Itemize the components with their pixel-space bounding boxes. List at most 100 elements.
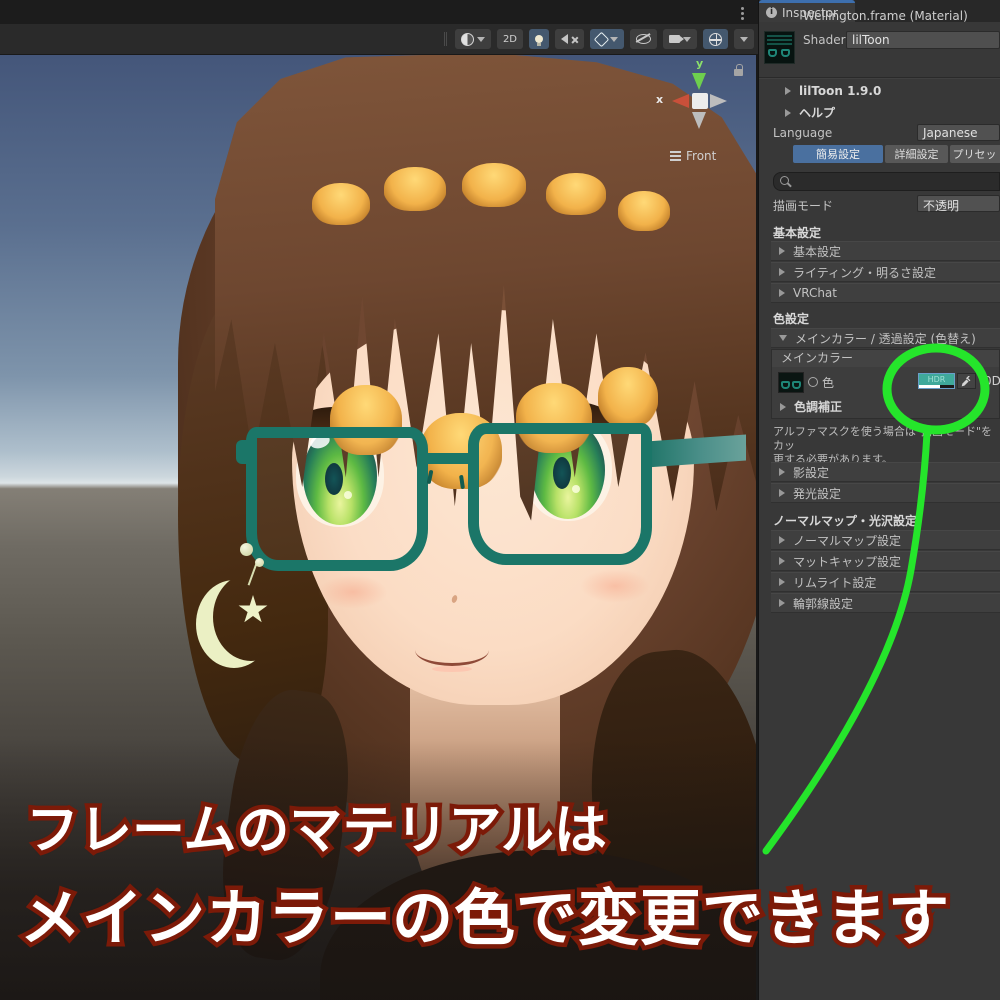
shaded-mode-icon — [461, 33, 474, 46]
glasses-bridge — [420, 453, 476, 464]
foldout-maincolor[interactable]: メインカラー / 透過設定 (色替え) — [771, 328, 1000, 348]
foldout-matcap[interactable]: マットキャップ設定 — [771, 551, 1000, 571]
gizmo-x-cone[interactable] — [672, 94, 689, 108]
eyedropper-icon — [961, 376, 972, 387]
earring-bead — [240, 543, 253, 556]
scene-lighting-button[interactable] — [529, 29, 549, 49]
panel-menu-icon[interactable] — [741, 7, 744, 10]
maincolor-header: メインカラー — [772, 350, 999, 367]
color-label: 色 — [822, 374, 834, 391]
maincolor-texture-slot[interactable] — [778, 372, 804, 393]
unity-editor-window: 2D — [0, 0, 1000, 1000]
draw-mode-button[interactable] — [455, 29, 491, 49]
drawmode-dropdown[interactable]: 不透明 — [917, 195, 1000, 212]
foldout-tone-correction[interactable]: 色調補正 — [780, 398, 842, 415]
eyedropper-button[interactable] — [957, 373, 976, 389]
thumb-glasses-icon — [768, 49, 777, 57]
chevron-down-icon — [740, 37, 748, 42]
2d-toggle-button[interactable]: 2D — [497, 29, 523, 49]
lock-icon[interactable] — [734, 69, 743, 76]
foldout-vrchat[interactable]: VRChat — [771, 283, 1000, 303]
inspector-panel: Inspector Wellington.frame (Material) Sh… — [758, 0, 1000, 1000]
foldout-basic[interactable]: 基本設定 — [771, 241, 1000, 261]
avatar-blush-left — [318, 575, 388, 609]
shader-dropdown[interactable]: lilToon — [846, 31, 1000, 49]
alpha-mask-note: アルファマスクを使う場合は"描画モード"をカッ 更する必要があります。 — [773, 425, 1000, 467]
eye-slash-icon — [636, 34, 651, 44]
hair-highlight — [598, 367, 658, 427]
foldout-shadow[interactable]: 影設定 — [771, 462, 1000, 482]
glasses-lens-left — [246, 427, 428, 571]
glasses-temple-left — [236, 440, 252, 464]
bottom-shade — [0, 740, 756, 1000]
foldout-emission[interactable]: 発光設定 — [771, 483, 1000, 503]
section-normalmap-gloss: ノーマルマップ・光沢設定 — [773, 512, 917, 529]
main-color-swatch[interactable]: HDR — [918, 373, 955, 389]
moon-earring — [196, 580, 272, 668]
gizmo-y-label[interactable]: y — [696, 57, 703, 70]
material-title: Wellington.frame (Material) — [803, 9, 968, 23]
color-hex-value: 0D7 — [984, 374, 1000, 388]
foldout-arrow-icon — [779, 599, 785, 607]
hair-highlight — [384, 167, 446, 211]
hidden-objects-button[interactable] — [630, 29, 657, 49]
foldout-arrow-icon — [779, 468, 785, 476]
tab-advanced-settings[interactable]: 詳細設定 — [885, 145, 948, 163]
foldout-outline[interactable]: 輪郭線設定 — [771, 593, 1000, 613]
foldout-arrow-icon — [779, 247, 785, 255]
tab-preset[interactable]: プリセット — [950, 145, 1000, 163]
camera-settings-button[interactable] — [663, 29, 697, 49]
2d-label: 2D — [503, 34, 517, 45]
gizmo-y-cone[interactable] — [692, 73, 706, 90]
language-dropdown[interactable]: Japanese — [917, 124, 1000, 141]
caption-text: フレームのマテリアルは — [26, 800, 607, 861]
gizmo-x-label[interactable]: x — [656, 93, 663, 106]
foldout-lighting[interactable]: ライティング・明るさ設定 — [771, 262, 1000, 282]
foldout-help[interactable]: ヘルプ — [785, 104, 835, 121]
search-input[interactable] — [773, 172, 1000, 191]
foldout-arrow-icon — [780, 403, 786, 411]
gizmos-button[interactable] — [703, 29, 728, 49]
search-icon — [780, 176, 789, 185]
tab-simple-settings[interactable]: 簡易設定 — [793, 145, 883, 163]
section-basic-settings: 基本設定 — [773, 224, 821, 241]
thumb-glasses-icon — [792, 381, 801, 389]
scene-orientation-gizmo[interactable]: y x Front — [648, 57, 758, 177]
chevron-down-icon — [610, 37, 618, 42]
foldout-arrow-icon — [779, 536, 785, 544]
audio-mute-button[interactable] — [555, 29, 584, 49]
speaker-icon — [561, 34, 568, 44]
thumb-glasses-icon — [781, 49, 790, 57]
effects-icon — [594, 31, 610, 47]
caption-text: メインカラーの色で変更できます — [20, 883, 950, 954]
gizmo-bottom-cone[interactable] — [692, 112, 706, 129]
object-picker-icon[interactable] — [808, 377, 818, 387]
maincolor-box: メインカラー 色 HDR 0D7 色調補正 — [771, 349, 1000, 419]
foldout-liltoon-version[interactable]: lilToon 1.9.0 — [785, 84, 881, 98]
hair-highlight — [618, 191, 670, 231]
gizmo-globe-icon — [709, 33, 722, 46]
foldout-arrow-icon — [779, 489, 785, 497]
gizmo-center-cube[interactable] — [692, 93, 708, 109]
foldout-arrow-icon — [785, 109, 791, 117]
gizmo-right-cone[interactable] — [710, 94, 727, 108]
gizmos-dropdown-button[interactable] — [734, 29, 754, 49]
hair-highlight — [462, 163, 526, 207]
section-color-settings: 色設定 — [773, 310, 809, 327]
language-label: Language — [773, 126, 832, 140]
material-preview-thumbnail[interactable] — [764, 31, 795, 64]
foldout-open-arrow-icon — [779, 335, 787, 341]
scene-panel-header — [0, 0, 758, 24]
foldout-arrow-icon — [779, 268, 785, 276]
chevron-down-icon — [683, 37, 691, 42]
foldout-normalmap[interactable]: ノーマルマップ設定 — [771, 530, 1000, 550]
chevron-down-icon — [477, 37, 485, 42]
effects-button[interactable] — [590, 29, 624, 49]
info-icon — [766, 7, 777, 18]
gizmo-view-label[interactable]: Front — [670, 149, 716, 163]
foldout-arrow-icon — [779, 578, 785, 586]
light-bulb-icon — [535, 35, 543, 43]
drawmode-label: 描画モード — [773, 197, 833, 214]
foldout-rimlight[interactable]: リムライト設定 — [771, 572, 1000, 592]
avatar-lip-highlight — [432, 666, 472, 672]
